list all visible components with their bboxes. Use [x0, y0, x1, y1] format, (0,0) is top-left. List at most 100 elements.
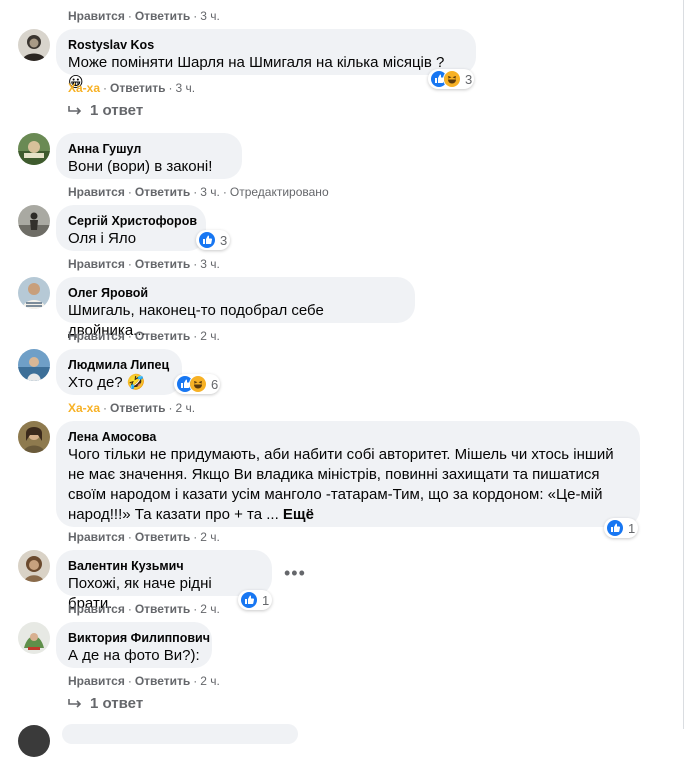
reaction-summary[interactable]: 3: [428, 69, 474, 89]
view-replies-link[interactable]: 1 ответ: [68, 694, 143, 714]
comment-bubble: Людмила Липец Хто де? 🤣: [56, 349, 182, 395]
avatar-image: [18, 421, 50, 453]
author-name[interactable]: Rostyslav Kos: [68, 37, 464, 53]
author-name[interactable]: Сергій Христофоров: [68, 213, 197, 229]
reaction-count: 3: [465, 71, 473, 87]
author-name[interactable]: Олег Яровой: [68, 285, 403, 301]
avatar[interactable]: [18, 133, 50, 165]
separator: ·: [168, 401, 173, 415]
avatar-image: [18, 205, 50, 237]
comment-bubble: Rostyslav Kos Може поміняти Шарля на Шми…: [56, 29, 476, 91]
author-name[interactable]: Валентин Кузьмич: [68, 558, 260, 574]
separator: ·: [127, 257, 132, 271]
avatar[interactable]: [18, 349, 50, 381]
avatar[interactable]: [18, 725, 50, 757]
avatar-image: [18, 29, 50, 61]
haha-link[interactable]: Ха-ха: [68, 401, 100, 415]
author-name[interactable]: Лена Амосова: [68, 429, 628, 445]
reply-link[interactable]: Ответить: [135, 329, 190, 343]
reply-link[interactable]: Ответить: [135, 530, 190, 544]
timestamp[interactable]: 3 ч.: [200, 257, 220, 271]
reply-link[interactable]: Ответить: [135, 257, 190, 271]
timestamp[interactable]: 2 ч.: [175, 401, 195, 415]
reaction-summary[interactable]: 1: [238, 590, 272, 610]
haha-reaction-icon: [443, 70, 461, 88]
reaction-count: 1: [262, 592, 270, 608]
replies-count: 1 ответ: [90, 102, 144, 119]
avatar-image: [18, 133, 50, 165]
comment-bubble: Лена Амосова Чого тільки не придумають, …: [56, 421, 640, 527]
avatar-image: [18, 550, 50, 582]
avatar[interactable]: [18, 205, 50, 237]
reaction-summary[interactable]: 6: [174, 374, 220, 394]
like-link[interactable]: Нравится: [68, 674, 125, 688]
haha-reaction-icon: [189, 375, 207, 393]
avatar[interactable]: [18, 550, 50, 582]
separator: ·: [127, 530, 132, 544]
comment-actions: Нравится · Ответить · 2 ч.: [68, 601, 220, 617]
comment-bubble: Анна Гушул Вони (вори) в законі!: [56, 133, 242, 179]
comment-text-last-line: народ!!!» Та казати про + та ... Ещё: [68, 505, 628, 525]
separator: ·: [168, 81, 173, 95]
like-link[interactable]: Нравится: [68, 530, 125, 544]
comment-text: Хто де? 🤣: [68, 374, 146, 391]
comment-bubble: Сергій Христофоров Оля і Яло: [56, 205, 206, 251]
separator: ·: [127, 674, 132, 688]
separator: ·: [193, 602, 198, 616]
avatar[interactable]: [18, 277, 50, 309]
separator: ·: [193, 185, 198, 199]
avatar[interactable]: [18, 29, 50, 61]
comment-actions: Нравится · Ответить · 2 ч.: [68, 529, 220, 545]
like-link[interactable]: Нравится: [68, 185, 125, 199]
timestamp[interactable]: 3 ч.: [175, 81, 195, 95]
author-name[interactable]: Анна Гушул: [68, 141, 230, 157]
comment-actions: Нравится · Ответить · 3 ч.: [68, 8, 220, 24]
timestamp[interactable]: 2 ч.: [200, 602, 220, 616]
comment-actions: Нравится · Ответить · 3 ч.: [68, 256, 220, 272]
avatar[interactable]: [18, 622, 50, 654]
comment-bubble: Валентин Кузьмич Похожі, як наче рідні б…: [56, 550, 272, 612]
like-link[interactable]: Нравится: [68, 329, 125, 343]
timestamp[interactable]: 2 ч.: [200, 329, 220, 343]
timestamp[interactable]: 3 ч.: [200, 185, 220, 199]
timestamp[interactable]: 2 ч.: [200, 674, 220, 688]
reply-link[interactable]: Ответить: [110, 81, 165, 95]
comment-bubble: Виктория Филиппович А де на фото Ви?):: [56, 622, 212, 668]
avatar-image: [18, 349, 50, 381]
replies-count: 1 ответ: [90, 695, 144, 712]
view-replies-link[interactable]: 1 ответ: [68, 101, 143, 121]
reply-link[interactable]: Ответить: [135, 185, 190, 199]
more-options-icon[interactable]: •••: [284, 563, 306, 584]
reply-arrow-icon: [68, 699, 82, 708]
separator: ·: [103, 401, 108, 415]
reply-link[interactable]: Ответить: [135, 602, 190, 616]
author-name[interactable]: Людмила Липец: [68, 357, 170, 373]
separator: ·: [222, 185, 227, 199]
comment-text: А де на фото Ви?):: [68, 647, 200, 664]
author-name[interactable]: Виктория Филиппович: [68, 630, 210, 646]
comment-actions: Нравится · Ответить · 2 ч.: [68, 673, 220, 689]
reply-link[interactable]: Ответить: [135, 9, 190, 23]
separator: ·: [193, 530, 198, 544]
like-reaction-icon: [606, 519, 624, 537]
timestamp[interactable]: 3 ч.: [200, 9, 220, 23]
see-more-link[interactable]: Ещё: [283, 506, 314, 523]
like-link[interactable]: Нравится: [68, 602, 125, 616]
separator: ·: [127, 9, 132, 23]
reply-link[interactable]: Ответить: [110, 401, 165, 415]
comment-text: народ!!!» Та казати про + та ...: [68, 506, 279, 523]
timestamp[interactable]: 2 ч.: [200, 530, 220, 544]
like-link[interactable]: Нравится: [68, 257, 125, 271]
like-reaction-icon: [198, 231, 216, 249]
like-link[interactable]: Нравится: [68, 9, 125, 23]
reply-link[interactable]: Ответить: [135, 674, 190, 688]
separator: ·: [103, 81, 108, 95]
avatar-image: [18, 622, 50, 654]
comment-text: Оля і Яло: [68, 230, 137, 247]
reaction-summary[interactable]: 3: [196, 230, 230, 250]
separator: ·: [127, 329, 132, 343]
separator: ·: [193, 9, 198, 23]
reaction-summary[interactable]: 1: [604, 518, 638, 538]
haha-link[interactable]: Ха-ха: [68, 81, 100, 95]
avatar[interactable]: [18, 421, 50, 453]
